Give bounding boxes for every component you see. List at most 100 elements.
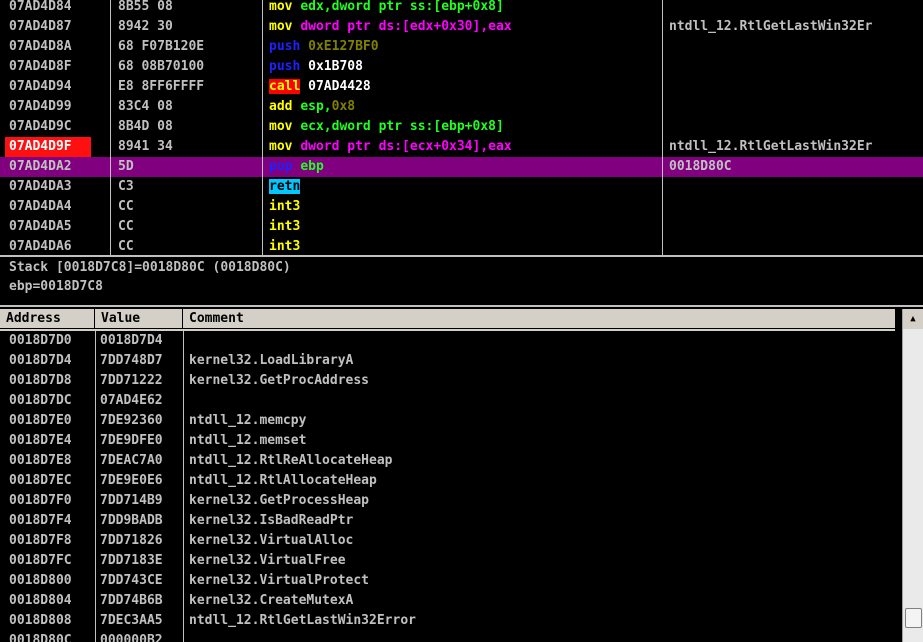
stack-row[interactable]: 0018D7D4 7DD748D7 kernel32.LoadLibraryA xyxy=(0,351,895,371)
stack-row[interactable]: 0018D7EC 7DE9E0E6 ntdll_12.RtlAllocateHeap xyxy=(0,471,895,491)
instruction-address: 07AD4D8F xyxy=(9,59,72,74)
asm-token: ecx,dword ptr ss:[ebp+0x8] xyxy=(300,119,504,134)
stack-address: 0018D7E8 xyxy=(9,453,72,468)
stack-value: 07AD4E62 xyxy=(100,393,163,408)
asm-token: int3 xyxy=(269,239,301,254)
stack-address: 0018D7E0 xyxy=(9,413,72,428)
disasm-row[interactable]: 07AD4DA6 CC int3 xyxy=(0,237,923,255)
disasm-row[interactable]: 07AD4D9F 8941 34 mov dword ptr ds:[ecx+0x3… xyxy=(0,137,923,157)
instruction-text: add esp,0x8 xyxy=(269,97,355,117)
stack-row[interactable]: 0018D7D0 0018D7D4 xyxy=(0,331,895,351)
scrollbar-thumb[interactable] xyxy=(905,608,922,628)
instruction-address: 07AD4DA5 xyxy=(9,219,72,234)
stack-address: 0018D7DC xyxy=(9,393,72,408)
instruction-address: 07AD4D99 xyxy=(9,99,72,114)
stack-row[interactable]: 0018D804 7DD74B6B kernel32.CreateMutexA xyxy=(0,591,895,611)
asm-token: 0x8 xyxy=(331,99,356,114)
instruction-address: 07AD4D84 xyxy=(9,0,72,14)
asm-token: dword ptr ds:[ecx+0x34],eax xyxy=(300,139,512,154)
stack-row[interactable]: 0018D7E4 7DE9DFE0 ntdll_12.memset xyxy=(0,431,895,451)
stack-value: 7DD71222 xyxy=(100,373,163,388)
asm-token: push xyxy=(269,39,309,54)
vertical-scrollbar[interactable]: ▲ xyxy=(902,309,923,642)
comment-column-header[interactable]: Comment xyxy=(183,309,895,329)
disasm-row[interactable]: 07AD4DA3 C3 retn xyxy=(0,177,923,197)
asm-token: push xyxy=(269,59,309,74)
stack-value: 7DD714B9 xyxy=(100,493,163,508)
stack-row[interactable]: 0018D7E8 7DEAC7A0 ntdll_12.RtlReAllocateHe… xyxy=(0,451,895,471)
instruction-text: int3 xyxy=(269,237,300,255)
instruction-hex: C3 xyxy=(118,179,134,194)
info-ebp-line: ebp=0018D7C8 xyxy=(9,279,103,294)
disasm-row[interactable]: 07AD4D94 E8 8FF6FFFF call 07AD4428 xyxy=(0,77,923,97)
asm-token: 0x1B708 xyxy=(308,59,363,74)
stack-value: 7DD74B6B xyxy=(100,593,163,608)
disasm-row[interactable]: 07AD4DA5 CC int3 xyxy=(0,217,923,237)
stack-comment: kernel32.LoadLibraryA xyxy=(189,353,354,368)
asm-token: call xyxy=(269,79,301,94)
instruction-text: push 0xE127BF0 xyxy=(269,37,379,57)
stack-row[interactable]: 0018D808 7DEC3AA5 ntdll_12.RtlGetLastWin32… xyxy=(0,611,895,631)
stack-comment: kernel32.IsBadReadPtr xyxy=(189,513,354,528)
instruction-comment: ntdll_12.RtlGetLastWin32Er xyxy=(669,19,873,34)
asm-token: 0xE127BF0 xyxy=(308,39,379,54)
up-arrow-icon[interactable]: ▲ xyxy=(903,309,923,329)
stack-row[interactable]: 0018D80C 000000B2 xyxy=(0,631,895,642)
stack-comment: kernel32.VirtualAlloc xyxy=(189,533,354,548)
stack-value: 7DD743CE xyxy=(100,573,163,588)
stack-value: 0018D7D4 xyxy=(100,333,163,348)
asm-column-divider xyxy=(262,0,263,255)
instruction-hex: 5D xyxy=(118,159,134,174)
stack-address: 0018D7EC xyxy=(9,473,72,488)
value-column-header[interactable]: Value xyxy=(95,309,183,329)
stack-address: 0018D7D0 xyxy=(9,333,72,348)
asm-token: retn xyxy=(269,179,301,194)
disasm-row[interactable]: 07AD4DA2 5D pop ebp 0018D80C xyxy=(0,157,923,177)
stack-address: 0018D7F4 xyxy=(9,513,72,528)
instruction-comment: ntdll_12.RtlGetLastWin32Er xyxy=(669,139,873,154)
disasm-row[interactable]: 07AD4D8F 68 08B70100 push 0x1B708 xyxy=(0,57,923,77)
address-column-header[interactable]: Address xyxy=(0,309,95,329)
comment-column-divider xyxy=(662,0,663,255)
instruction-text: mov dword ptr ds:[edx+0x30],eax xyxy=(269,17,512,37)
stack-value: 7DEAC7A0 xyxy=(100,453,163,468)
stack-row[interactable]: 0018D7F4 7DD9BADB kernel32.IsBadReadPtr xyxy=(0,511,895,531)
instruction-comment: 0018D80C xyxy=(669,159,732,174)
asm-token: edx,dword ptr ss:[ebp+0x8] xyxy=(300,0,504,14)
stack-row[interactable]: 0018D7DC 07AD4E62 xyxy=(0,391,895,411)
asm-token: 07AD4428 xyxy=(300,79,371,94)
stack-address: 0018D7F0 xyxy=(9,493,72,508)
asm-token: int3 xyxy=(269,199,301,214)
stack-value: 7DEC3AA5 xyxy=(100,613,163,628)
info-pane: Stack [0018D7C8]=0018D80C (0018D80C) ebp… xyxy=(0,257,923,305)
stack-row[interactable]: 0018D7F8 7DD71826 kernel32.VirtualAlloc xyxy=(0,531,895,551)
disasm-row[interactable]: 07AD4D84 8B55 08 mov edx,dword ptr ss:[ebp… xyxy=(0,0,923,17)
instruction-hex: 8942 30 xyxy=(118,19,173,34)
instruction-address: 07AD4DA2 xyxy=(9,159,72,174)
stack-pane[interactable]: Address Value Comment 0018D7D0 0018D7D4 00… xyxy=(0,307,923,642)
stack-row[interactable]: 0018D800 7DD743CE kernel32.VirtualProtect xyxy=(0,571,895,591)
disassembly-pane[interactable]: 07AD4D84 8B55 08 mov edx,dword ptr ss:[ebp… xyxy=(0,0,923,255)
disasm-row[interactable]: 07AD4D99 83C4 08 add esp,0x8 xyxy=(0,97,923,117)
instruction-hex: 8B55 08 xyxy=(118,0,173,14)
stack-comment: ntdll_12.RtlAllocateHeap xyxy=(189,473,377,488)
stack-comment: kernel32.VirtualFree xyxy=(189,553,346,568)
stack-row[interactable]: 0018D7FC 7DD7183E kernel32.VirtualFree xyxy=(0,551,895,571)
instruction-text: int3 xyxy=(269,197,300,217)
stack-comment: kernel32.GetProcAddress xyxy=(189,373,370,388)
instruction-text: mov edx,dword ptr ss:[ebp+0x8] xyxy=(269,0,504,17)
instruction-address: 07AD4DA4 xyxy=(9,199,72,214)
stack-row[interactable]: 0018D7E0 7DE92360 ntdll_12.memcpy xyxy=(0,411,895,431)
asm-token: mov xyxy=(269,119,301,134)
stack-comment: kernel32.VirtualProtect xyxy=(189,573,370,588)
disasm-row[interactable]: 07AD4D9C 8B4D 08 mov ecx,dword ptr ss:[ebp… xyxy=(0,117,923,137)
disasm-row[interactable]: 07AD4D87 8942 30 mov dword ptr ds:[edx+0x3… xyxy=(0,17,923,37)
stack-row[interactable]: 0018D7D8 7DD71222 kernel32.GetProcAddress xyxy=(0,371,895,391)
stack-row[interactable]: 0018D7F0 7DD714B9 kernel32.GetProcessHeap xyxy=(0,491,895,511)
disasm-row[interactable]: 07AD4D8A 68 F07B120E push 0xE127BF0 xyxy=(0,37,923,57)
disasm-row[interactable]: 07AD4DA4 CC int3 xyxy=(0,197,923,217)
instruction-text: mov ecx,dword ptr ss:[ebp+0x8] xyxy=(269,117,504,137)
hex-column-divider xyxy=(110,0,111,255)
stack-address: 0018D7E4 xyxy=(9,433,72,448)
asm-token: ebp xyxy=(300,159,324,174)
